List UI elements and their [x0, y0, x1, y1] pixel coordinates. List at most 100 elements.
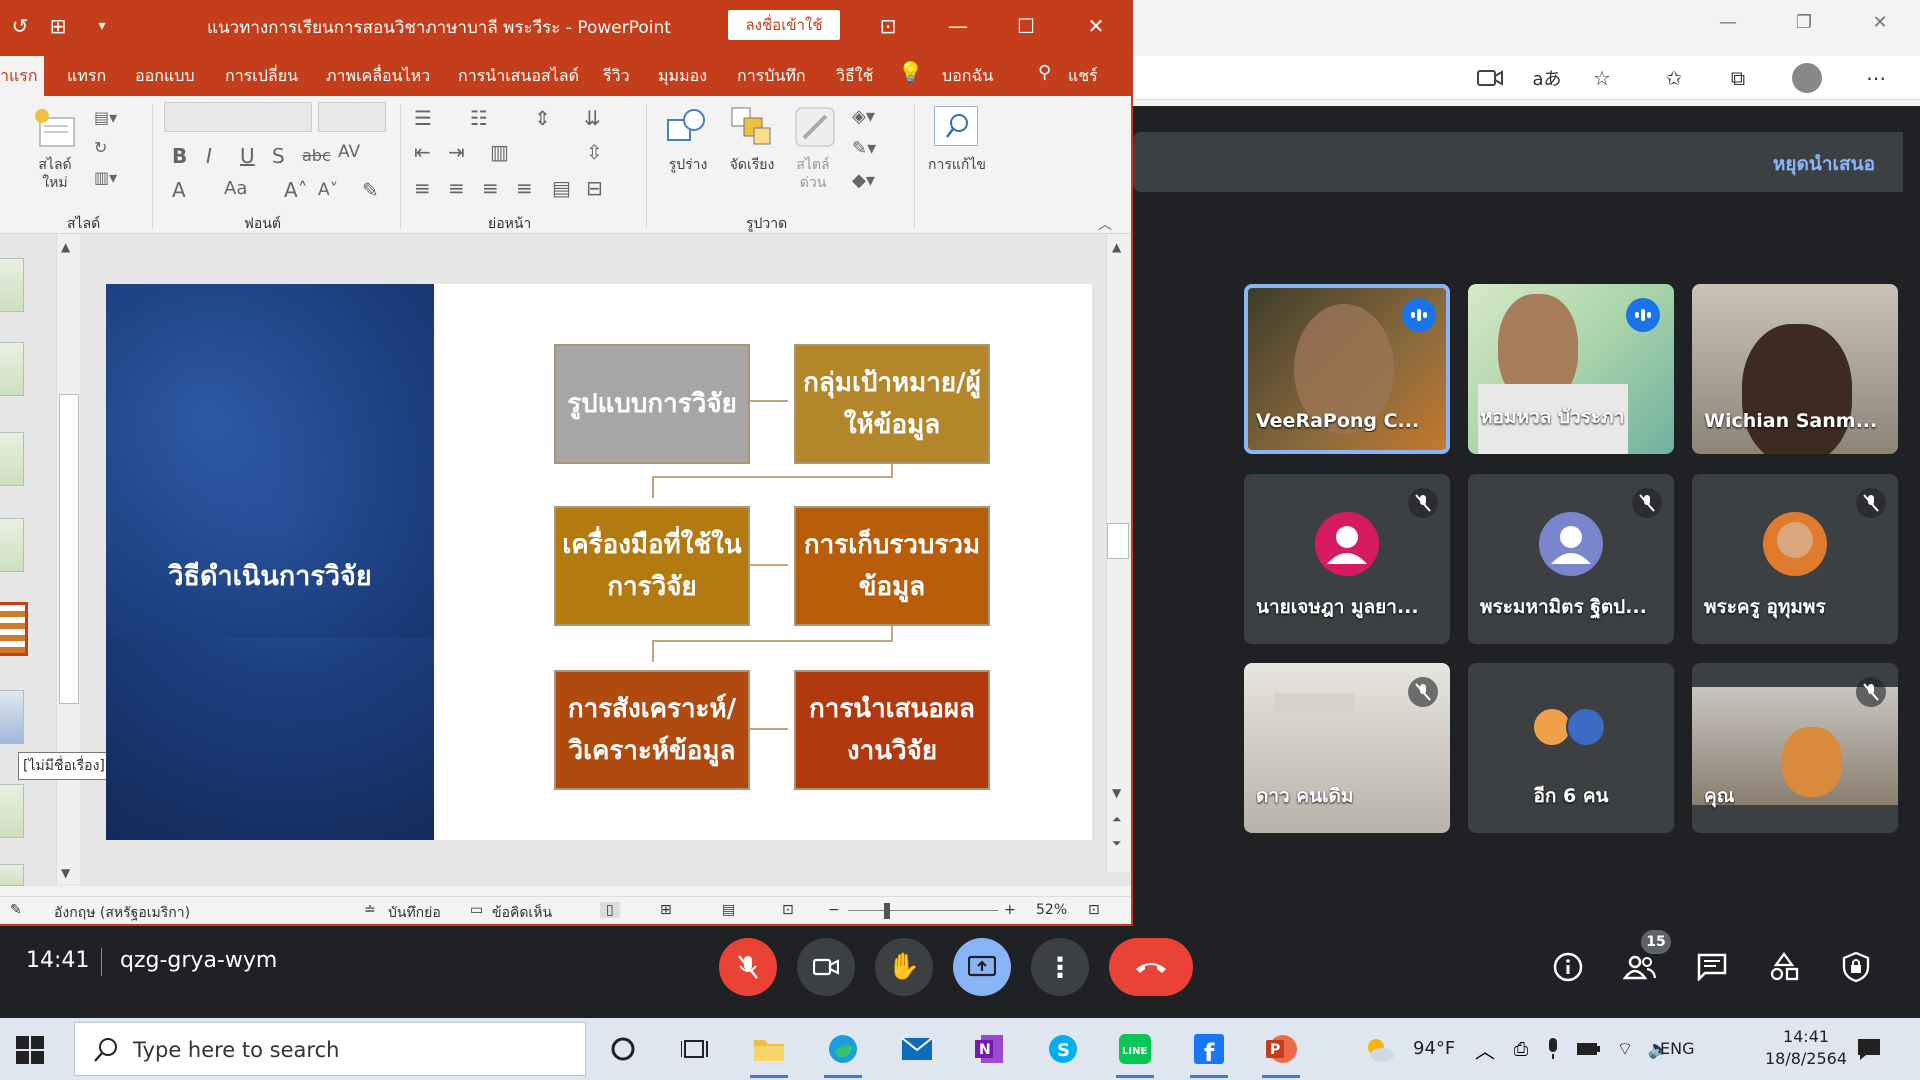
- tab-transitions[interactable]: การเปลี่ยน: [225, 64, 298, 89]
- camera-icon[interactable]: [1472, 60, 1508, 96]
- align-text-icon[interactable]: ⇳: [586, 140, 603, 164]
- weather-icon[interactable]: [1356, 1026, 1402, 1072]
- diagram-box[interactable]: การเก็บรวบรวมข้อมูล: [794, 506, 990, 626]
- reading-view-icon[interactable]: ▤: [722, 902, 735, 918]
- add-favorite-icon[interactable]: ☆: [1584, 60, 1620, 96]
- diagram-box[interactable]: การสังเคราะห์/วิเคราะห์ข้อมูล: [554, 670, 750, 790]
- slideshow-view-icon[interactable]: ⊡: [782, 902, 794, 918]
- mic-toggle-button[interactable]: [719, 938, 777, 996]
- sign-in-button[interactable]: ลงชื่อเข้าใช้: [728, 10, 840, 40]
- activities-button[interactable]: [1759, 942, 1809, 992]
- skype-icon[interactable]: S: [1040, 1026, 1086, 1072]
- participant-tile[interactable]: ดาว คนเดิม: [1244, 663, 1450, 833]
- slide-thumbnail[interactable]: [0, 258, 24, 312]
- edge-icon[interactable]: [820, 1026, 866, 1078]
- windows-start-icon[interactable]: [16, 1036, 44, 1064]
- thumbnail-scroll-thumb[interactable]: [59, 394, 79, 704]
- file-explorer-icon[interactable]: [746, 1026, 792, 1078]
- increase-font-icon[interactable]: A˄: [284, 178, 308, 202]
- participant-tile[interactable]: พระมหามิตร ฐิตป...: [1468, 474, 1674, 644]
- minimize-icon[interactable]: —: [1690, 0, 1766, 44]
- notes-button[interactable]: บันทึกย่อ: [388, 902, 441, 924]
- arrange-button[interactable]: จัดเรียง: [722, 156, 782, 174]
- arrange-icon[interactable]: [730, 106, 774, 153]
- justify-icon[interactable]: ≡: [516, 176, 533, 200]
- language-status[interactable]: อังกฤษ (สหรัฐอเมริกา): [54, 902, 190, 924]
- scroll-down-icon[interactable]: ▼: [1112, 786, 1121, 800]
- italic-icon[interactable]: I: [206, 144, 212, 168]
- distributed-icon[interactable]: ▤: [552, 176, 571, 200]
- share-button[interactable]: แชร์: [1068, 64, 1098, 89]
- align-right-icon[interactable]: ≡: [482, 176, 499, 200]
- maximize-icon[interactable]: ☐: [1006, 8, 1046, 44]
- shape-effects-icon[interactable]: ◆▾: [852, 170, 875, 191]
- slide-thumbnail[interactable]: [0, 518, 24, 572]
- zoom-in-icon[interactable]: +: [1004, 902, 1016, 918]
- previous-slide-icon[interactable]: ⏶: [1112, 812, 1122, 827]
- participant-tile[interactable]: พระครู อุทุมพร: [1692, 474, 1898, 644]
- section-icon[interactable]: ▥▾: [94, 168, 117, 187]
- participant-tile[interactable]: อีก 6 คน: [1468, 663, 1674, 833]
- tab-design[interactable]: ออกแบบ: [135, 64, 195, 89]
- shape-fill-icon[interactable]: ◈▾: [852, 106, 875, 127]
- scroll-up-icon[interactable]: ▲: [1112, 240, 1121, 254]
- notifications-icon[interactable]: [1846, 1026, 1892, 1072]
- slide-thumbnail-selected[interactable]: [0, 602, 28, 656]
- fit-to-window-icon[interactable]: ⊡: [1088, 902, 1100, 918]
- line-icon[interactable]: LINE: [1112, 1026, 1158, 1078]
- find-icon[interactable]: [934, 106, 978, 146]
- numbering-icon[interactable]: ☷: [470, 106, 488, 130]
- diagram-box[interactable]: เครื่องมือที่ใช้ในการวิจัย: [554, 506, 750, 626]
- tab-animations[interactable]: ภาพเคลื่อนไหว: [326, 64, 430, 89]
- participant-tile[interactable]: คุณ: [1692, 663, 1898, 833]
- slide-canvas[interactable]: วิธีดำเนินการวิจัย รูปแบบการวิจัย กลุ่มเ…: [106, 284, 1092, 840]
- more-icon[interactable]: ⋯: [1858, 60, 1894, 96]
- tab-insert[interactable]: แทรก: [67, 64, 106, 89]
- onenote-icon[interactable]: N: [966, 1026, 1012, 1072]
- raise-hand-button[interactable]: ✋: [875, 938, 933, 996]
- undo-icon[interactable]: ↺: [0, 8, 40, 44]
- lightbulb-icon[interactable]: 💡: [898, 60, 923, 84]
- present-button[interactable]: [953, 938, 1011, 996]
- slide-sorter-icon[interactable]: ⊞: [660, 902, 672, 918]
- profile-avatar[interactable]: [1789, 60, 1825, 96]
- layout-icon[interactable]: ▤▾: [94, 108, 117, 127]
- notes-icon[interactable]: ≐: [364, 902, 376, 918]
- zoom-out-icon[interactable]: −: [828, 902, 840, 918]
- tab-slideshow[interactable]: การนำเสนอสไลด์: [458, 64, 579, 89]
- customize-qat-icon[interactable]: ▾: [82, 8, 122, 44]
- comments-button[interactable]: ข้อคิดเห็น: [492, 902, 552, 924]
- slide-thumbnail[interactable]: [0, 690, 24, 744]
- align-center-icon[interactable]: ≡: [448, 176, 465, 200]
- minimize-icon[interactable]: —: [938, 8, 978, 44]
- decrease-indent-icon[interactable]: ⇤: [414, 140, 431, 164]
- camera-toggle-button[interactable]: [797, 938, 855, 996]
- slide-scroll-thumb[interactable]: [1107, 523, 1129, 559]
- font-size-dropdown[interactable]: [318, 102, 386, 132]
- tab-recording[interactable]: การบันทึก: [737, 64, 806, 89]
- clear-format-icon[interactable]: ✎: [362, 178, 379, 202]
- more-options-button[interactable]: ⋮: [1031, 938, 1089, 996]
- next-slide-icon[interactable]: ⏷: [1112, 836, 1122, 851]
- quick-styles-button[interactable]: สไตล์ด่วน: [790, 156, 836, 192]
- collections-icon[interactable]: ⧉: [1720, 60, 1756, 96]
- scroll-up-icon[interactable]: ▲: [61, 240, 70, 254]
- bullets-icon[interactable]: ☰: [414, 106, 432, 130]
- bold-icon[interactable]: B: [172, 144, 187, 168]
- underline-icon[interactable]: U: [240, 144, 255, 168]
- decrease-font-icon[interactable]: A˅: [318, 180, 338, 200]
- shape-outline-icon[interactable]: ✎▾: [852, 138, 876, 159]
- change-case-icon[interactable]: Aa: [224, 178, 247, 199]
- diagram-box[interactable]: รูปแบบการวิจัย: [554, 344, 750, 464]
- line-spacing-icon[interactable]: ⇕: [534, 106, 551, 130]
- diagram-box[interactable]: กลุ่มเป้าหมาย/ผู้ให้ข้อมูล: [794, 344, 990, 464]
- close-icon[interactable]: ✕: [1842, 0, 1918, 44]
- participant-tile[interactable]: หอมหวล บัวระภา: [1468, 284, 1674, 454]
- new-slide-icon[interactable]: [32, 106, 78, 159]
- editing-button[interactable]: การแก้ไข: [926, 156, 988, 174]
- char-spacing-icon[interactable]: AV: [338, 142, 360, 162]
- weather-temperature[interactable]: 94°F: [1413, 1038, 1455, 1059]
- normal-view-icon[interactable]: ▯: [600, 902, 620, 918]
- tab-home[interactable]: าแรก: [0, 56, 44, 96]
- quick-styles-icon[interactable]: [794, 106, 838, 153]
